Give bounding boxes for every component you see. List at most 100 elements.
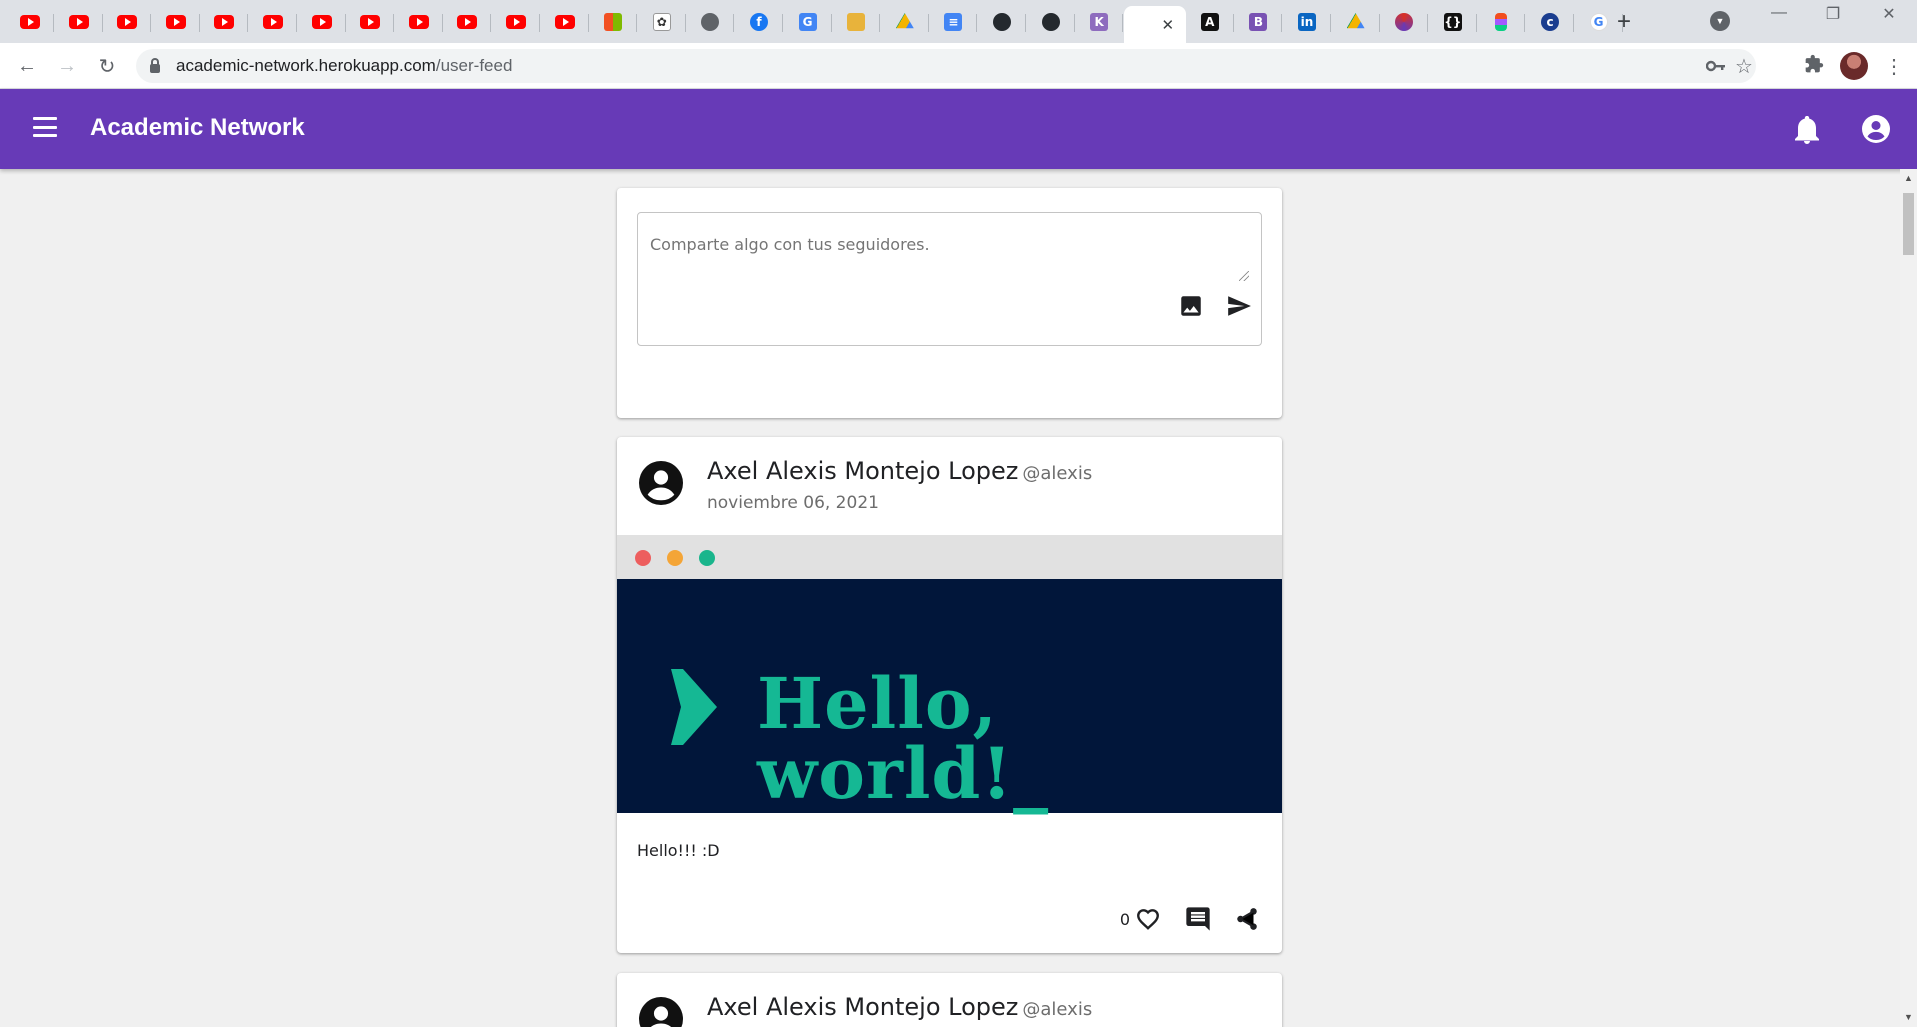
key-icon[interactable] (1706, 59, 1726, 73)
browser-tab[interactable] (1332, 8, 1380, 36)
profile-avatar[interactable] (1840, 52, 1868, 80)
post-card: Axel Alexis Montejo Lopez @alexis (617, 973, 1282, 1027)
comment-icon[interactable] (1184, 905, 1212, 933)
menu-icon[interactable] (33, 117, 57, 137)
post-author-handle[interactable]: @alexis (1022, 463, 1092, 484)
browser-tab[interactable]: in (1283, 8, 1331, 36)
author-avatar-icon[interactable] (639, 461, 683, 505)
browser-tab[interactable] (978, 8, 1026, 36)
browser-tab[interactable] (1027, 8, 1075, 36)
close-tab-icon[interactable]: ✕ (1162, 16, 1175, 34)
image-upload-icon[interactable] (1178, 293, 1204, 319)
google-icon: G (1589, 13, 1608, 31)
facebook-icon: f (750, 13, 768, 31)
drive-icon (895, 13, 914, 29)
reload-icon[interactable]: ↻ (92, 51, 122, 81)
youtube-icon (554, 15, 575, 29)
post-author-name[interactable]: Axel Alexis Montejo Lopez (707, 457, 1018, 485)
youtube-icon (68, 15, 89, 29)
k-letter-icon: K (1090, 13, 1109, 31)
lock-icon[interactable] (150, 57, 160, 73)
resize-grip-icon[interactable] (1239, 271, 1249, 281)
browser-tab[interactable] (200, 8, 249, 36)
browser-tab[interactable]: c (1526, 8, 1574, 36)
share-icon[interactable] (1234, 905, 1260, 933)
heart-like-icon[interactable] (1134, 906, 1162, 932)
browser-tab[interactable] (152, 8, 200, 36)
scroll-down-arrow-icon[interactable]: ▼ (1904, 1012, 1913, 1022)
code-brackets-icon: {} (1443, 13, 1462, 31)
post-body: Hello!!! :D (637, 841, 720, 860)
browser-tab[interactable] (6, 8, 54, 36)
forward-arrow-icon[interactable]: → (52, 51, 82, 81)
browser-tab[interactable]: ✿ (638, 8, 686, 36)
address-url[interactable]: academic-network.herokuapp.com/user-feed (176, 56, 512, 76)
minimize-icon[interactable]: — (1756, 4, 1802, 22)
browser-tab[interactable]: ✕ (1123, 6, 1186, 43)
new-tab-button[interactable]: + (1610, 8, 1638, 36)
hello-world-text: Hello, world!_ (757, 662, 1050, 815)
post-author[interactable]: Axel Alexis Montejo Lopez @alexis (707, 457, 1092, 485)
browser-tab[interactable]: A (1186, 8, 1234, 36)
youtube-icon (117, 15, 138, 29)
browser-tab[interactable] (103, 8, 152, 36)
send-icon[interactable] (1225, 293, 1253, 319)
page-scrollbar[interactable]: ▲ ▼ (1900, 169, 1917, 1027)
browser-tab[interactable] (541, 8, 589, 36)
browser-tab[interactable] (443, 8, 492, 36)
browser-tab[interactable] (249, 8, 297, 36)
browser-tab[interactable]: K (1075, 8, 1124, 36)
post-author-name[interactable]: Axel Alexis Montejo Lopez (707, 993, 1018, 1021)
angular-icon: A (1200, 13, 1219, 31)
browser-tab[interactable] (395, 8, 443, 36)
post-textarea[interactable]: Comparte algo con tus seguidores. (637, 212, 1262, 346)
browser-tab[interactable] (55, 8, 103, 36)
notifications-bell-icon[interactable] (1795, 116, 1819, 144)
bootstrap-icon: B (1249, 13, 1268, 31)
chevron-right-logo-icon (671, 669, 717, 745)
post-card: Axel Alexis Montejo Lopez @alexis noviemb… (617, 437, 1282, 953)
browser-tab[interactable]: G (784, 8, 832, 36)
post-textarea-placeholder[interactable]: Comparte algo con tus seguidores. (650, 235, 930, 254)
browser-tab[interactable] (346, 8, 395, 36)
green-dot-icon (699, 550, 715, 566)
figma-icon (1495, 13, 1508, 31)
browser-tab[interactable] (492, 8, 540, 36)
tab-search-icon[interactable]: ▼ (1710, 11, 1730, 31)
browser-menu-icon[interactable]: ⋮ (1884, 54, 1904, 79)
yellow-dot-icon (667, 550, 683, 566)
accessibility-icon: ✿ (652, 13, 671, 31)
globe-icon (701, 13, 720, 31)
post-author-handle[interactable]: @alexis (1022, 999, 1092, 1020)
browser-tab[interactable] (298, 8, 346, 36)
extensions-puzzle-icon[interactable] (1804, 54, 1824, 74)
browser-tab[interactable] (881, 8, 929, 36)
browser-tab[interactable] (686, 8, 735, 36)
browser-tab[interactable]: f (735, 8, 783, 36)
browser-tab[interactable] (589, 8, 638, 36)
browser-tab[interactable] (832, 8, 881, 36)
red-dot-icon (635, 550, 651, 566)
star-bookmark-icon[interactable]: ☆ (1735, 54, 1753, 79)
scroll-up-arrow-icon[interactable]: ▲ (1904, 173, 1913, 183)
browser-tab[interactable]: {} (1429, 8, 1477, 36)
linkedin-icon: in (1298, 13, 1316, 31)
restore-icon[interactable]: ❐ (1810, 4, 1856, 24)
back-arrow-icon[interactable]: ← (12, 51, 42, 81)
browser-tab[interactable]: B (1234, 8, 1283, 36)
spinner-icon (1395, 13, 1414, 31)
browser-tab[interactable]: ≡ (929, 8, 978, 36)
account-circle-icon[interactable] (1862, 115, 1890, 143)
post-author[interactable]: Axel Alexis Montejo Lopez @alexis (707, 993, 1092, 1021)
window-titlebar-graphic (617, 535, 1282, 579)
author-avatar-icon[interactable] (639, 997, 683, 1027)
building-icon (847, 13, 866, 31)
close-window-icon[interactable]: ✕ (1866, 4, 1912, 24)
drive-icon (1346, 13, 1365, 29)
post-image[interactable]: Hello, world!_ (617, 535, 1282, 813)
address-bar[interactable]: academic-network.herokuapp.com/user-feed… (136, 49, 1756, 83)
browser-tab[interactable] (1477, 8, 1526, 36)
scroll-thumb[interactable] (1903, 193, 1914, 255)
browser-tab[interactable] (1380, 8, 1429, 36)
app-title[interactable]: Academic Network (90, 114, 305, 142)
